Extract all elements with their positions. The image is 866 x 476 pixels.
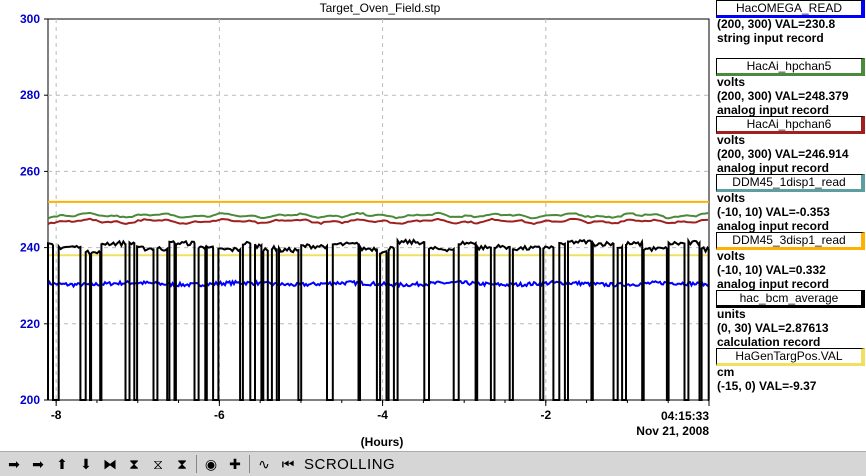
go-to-now-icon[interactable]: ⏮ xyxy=(278,454,298,474)
x-tick-label: -4 xyxy=(377,408,388,422)
x-date-label: Nov 21, 2008 xyxy=(636,424,709,438)
legend-entry-name[interactable]: hac_bcm_average xyxy=(716,290,865,308)
legend-entry-detail: string input record xyxy=(717,31,824,45)
x-tick-label: -6 xyxy=(214,408,225,422)
y-tick-label: 240 xyxy=(20,241,40,255)
strip-chart: 200 220 240 260 280 300 -8 -6 -4 -2 Target_Oven_F… xyxy=(20,1,710,449)
stop-icon[interactable]: ◉ xyxy=(201,454,221,474)
arrow-down-icon[interactable]: ⬇ xyxy=(76,454,96,474)
legend-entry-detail: volts xyxy=(717,75,746,89)
legend-entry-detail: (200, 300) VAL=248.379 xyxy=(717,89,849,103)
legend-entry-detail: (200, 300) VAL=246.914 xyxy=(717,147,849,161)
legend-entry-detail: (-15, 0) VAL=-9.37 xyxy=(717,379,817,393)
legend-entry[interactable]: hac_bcm_average units (0, 30) VAL=2.87613 c… xyxy=(711,290,866,349)
chart-title: Target_Oven_Field.stp xyxy=(320,1,441,15)
y-tick-label: 200 xyxy=(20,393,40,407)
zoom-out-horizontal-icon[interactable]: ⧗ xyxy=(124,454,144,474)
legend-entry[interactable]: DDM45_3disp1_read volts (-10, 10) VAL=0.33… xyxy=(711,232,866,291)
legend-entry[interactable]: HacAi_hpchan6 volts (200, 300) VAL=246.914… xyxy=(711,116,866,175)
add-icon[interactable]: ✚ xyxy=(225,454,245,474)
legend-entry[interactable]: HacAi_hpchan5 volts (200, 300) VAL=248.379… xyxy=(711,58,866,117)
legend-entry-detail: analog input record xyxy=(717,161,830,175)
legend-entry-detail: volts xyxy=(717,191,746,205)
zoom-out-vertical-icon[interactable]: ⧗ xyxy=(172,454,192,474)
arrow-up-icon[interactable]: ⬆ xyxy=(52,454,72,474)
legend-entry-name[interactable]: DDM45_1disp1_read xyxy=(716,174,865,192)
arrow-right-icon[interactable]: ➡ xyxy=(28,454,48,474)
legend-entry-detail: analog input record xyxy=(717,219,830,233)
legend-entry-detail: (0, 30) VAL=2.87613 xyxy=(717,321,829,335)
legend-entry-detail: cm xyxy=(717,365,735,379)
status-label: SCROLLING xyxy=(304,455,396,473)
toolbar-separator xyxy=(196,455,197,473)
y-tick-label: 220 xyxy=(20,317,40,331)
x-axis-label: (Hours) xyxy=(361,435,404,449)
legend-entry-detail: analog input record xyxy=(717,103,830,117)
x-tick-label: -8 xyxy=(51,408,62,422)
legend-entry-detail: units xyxy=(717,307,746,321)
legend-entry-detail: analog input record xyxy=(717,277,830,291)
toolbar: ➡ ➡ ⬆ ⬇ ⧓ ⧗ ⧖ ⧗ ◉ ✚ ∿ ⏮ SCROLLING xyxy=(0,451,866,476)
legend-entry-detail: (200, 300) VAL=230.8 xyxy=(717,17,836,31)
waveform-icon[interactable]: ∿ xyxy=(254,454,274,474)
x-end-time-label: 04:15:33 xyxy=(661,409,709,423)
legend-entry-name[interactable]: HacAi_hpchan6 xyxy=(716,116,865,134)
y-tick-label: 280 xyxy=(20,88,40,102)
legend-entry-detail: (-10, 10) VAL=0.332 xyxy=(717,263,826,277)
zoom-in-horizontal-icon[interactable]: ⧓ xyxy=(100,454,120,474)
legend-entry-name[interactable]: DDM45_3disp1_read xyxy=(716,232,865,250)
zoom-in-vertical-icon[interactable]: ⧖ xyxy=(148,454,168,474)
y-tick-label: 260 xyxy=(20,164,40,178)
toolbar-separator xyxy=(249,455,250,473)
legend-entry-name[interactable]: HacAi_hpchan5 xyxy=(716,58,865,76)
legend-entry-name[interactable]: HaGenTargPos.VAL xyxy=(716,348,865,366)
legend-entry-detail: calculation record xyxy=(717,335,821,349)
x-tick-label: -2 xyxy=(540,408,551,422)
legend-entry-detail: volts xyxy=(717,249,746,263)
legend-entry-detail: (-10, 10) VAL=-0.353 xyxy=(717,205,830,219)
plot-area xyxy=(47,18,710,401)
legend-entry-name[interactable]: HacOMEGA_READ xyxy=(716,0,865,18)
legend-entry[interactable]: HacOMEGA_READ (200, 300) VAL=230.8 string … xyxy=(711,0,866,58)
legend-panel: HacOMEGA_READ (200, 300) VAL=230.8 string … xyxy=(711,0,866,406)
arrow-left-icon[interactable]: ➡ xyxy=(4,454,24,474)
legend-entry[interactable]: HaGenTargPos.VAL cm (-15, 0) VAL=-9.37 xyxy=(711,348,866,406)
chart-grid xyxy=(47,18,710,401)
legend-entry[interactable]: DDM45_1disp1_read volts (-10, 10) VAL=-0.3… xyxy=(711,174,866,233)
legend-entry-detail: volts xyxy=(717,133,746,147)
y-tick-label: 300 xyxy=(20,12,40,26)
